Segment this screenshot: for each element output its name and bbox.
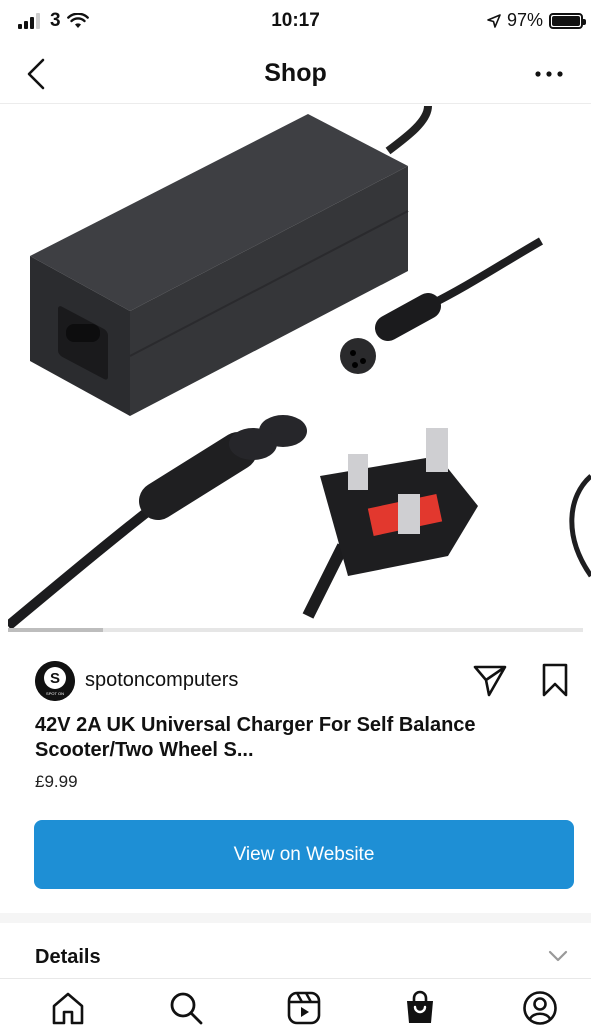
share-button[interactable] bbox=[472, 662, 508, 698]
shop-bag-icon bbox=[407, 990, 433, 1023]
nav-bar: Shop bbox=[0, 46, 591, 104]
details-label: Details bbox=[35, 946, 101, 968]
details-row[interactable]: Details bbox=[0, 923, 591, 979]
svg-text:S: S bbox=[50, 670, 60, 687]
chevron-down-icon bbox=[548, 950, 568, 962]
svg-text:SPOT ON: SPOT ON bbox=[46, 691, 64, 696]
save-button[interactable] bbox=[537, 662, 573, 698]
view-on-website-button[interactable]: View on Website bbox=[34, 820, 574, 889]
tab-home[interactable] bbox=[46, 986, 90, 1030]
image-carousel-indicator bbox=[8, 628, 583, 632]
home-icon bbox=[52, 992, 84, 1025]
seller-row: S SPOT ON spotoncomputers bbox=[35, 660, 575, 704]
more-options-button[interactable] bbox=[529, 56, 569, 92]
tab-bar bbox=[0, 980, 591, 1034]
charger-illustration bbox=[8, 106, 591, 630]
section-divider bbox=[0, 913, 591, 923]
battery-label: 97% bbox=[506, 10, 543, 30]
location-arrow-icon bbox=[487, 13, 501, 28]
product-image[interactable] bbox=[8, 106, 591, 636]
spoton-logo-icon: S SPOT ON bbox=[35, 661, 75, 701]
bookmark-icon bbox=[542, 663, 568, 697]
tab-search[interactable] bbox=[164, 986, 208, 1030]
profile-icon bbox=[523, 991, 557, 1025]
more-horizontal-icon bbox=[535, 71, 563, 77]
page-title: Shop bbox=[264, 59, 327, 87]
product-title: 42V 2A UK Universal Charger For Self Bal… bbox=[35, 714, 476, 761]
battery-icon bbox=[549, 12, 586, 29]
status-bar: 3 10:17 97% bbox=[0, 0, 591, 46]
send-icon bbox=[473, 665, 507, 697]
tab-shop[interactable] bbox=[398, 986, 442, 1030]
tab-profile[interactable] bbox=[518, 986, 562, 1030]
tab-reels[interactable] bbox=[282, 986, 326, 1030]
search-icon bbox=[170, 992, 203, 1025]
seller-avatar[interactable]: S SPOT ON bbox=[35, 661, 75, 701]
product-price: £9.99 bbox=[35, 772, 78, 791]
status-right: 97% bbox=[487, 10, 586, 31]
seller-name[interactable]: spotoncomputers bbox=[85, 669, 238, 692]
reels-icon bbox=[287, 991, 321, 1025]
